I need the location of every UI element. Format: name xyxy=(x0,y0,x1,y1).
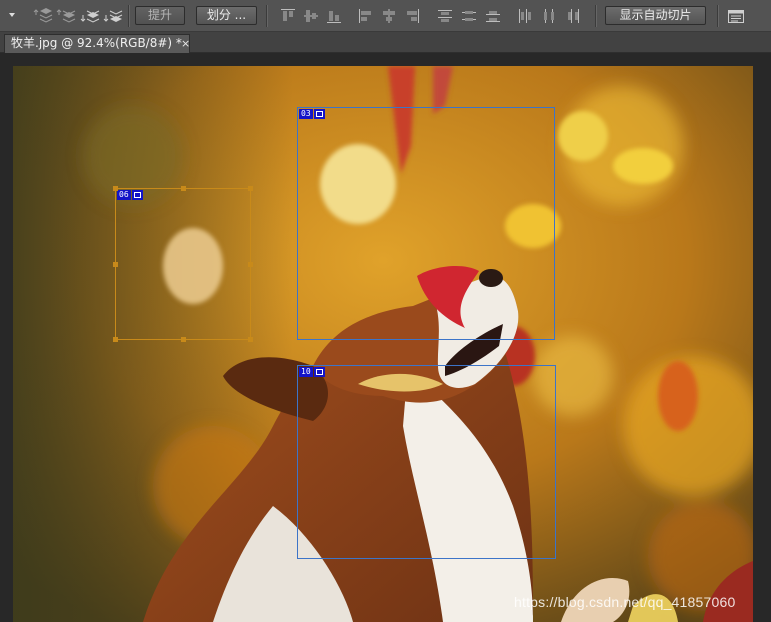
separator xyxy=(595,5,597,27)
document-tab[interactable]: 牧羊.jpg @ 92.4%(RGB/8#) * × xyxy=(4,34,190,53)
options-bar: 提升 划分 ... 显示自动切片 xyxy=(0,0,771,32)
resize-handle[interactable] xyxy=(113,262,118,267)
canvas-area[interactable]: 03 06 10 xyxy=(0,53,771,622)
send-to-back-icon[interactable] xyxy=(103,7,123,25)
slice-06[interactable]: 06 xyxy=(115,188,251,340)
resize-handle[interactable] xyxy=(181,337,186,342)
bring-forward-icon[interactable] xyxy=(56,7,76,25)
slice-number: 06 xyxy=(117,190,131,200)
slice-badge: 06 xyxy=(117,190,143,200)
resize-handle[interactable] xyxy=(113,186,118,191)
resize-handle[interactable] xyxy=(248,186,253,191)
slice-10[interactable]: 10 xyxy=(297,365,556,559)
slice-03[interactable]: 03 xyxy=(297,107,555,340)
image-slice-icon xyxy=(131,190,143,200)
distribute-left-icon[interactable] xyxy=(517,7,533,25)
distribute-top-icon[interactable] xyxy=(437,7,453,25)
slice-badge: 03 xyxy=(299,109,325,119)
image-slice-icon xyxy=(313,367,325,377)
separator xyxy=(717,5,719,27)
show-auto-slices-button[interactable]: 显示自动切片 xyxy=(605,6,706,25)
slice-badge: 10 xyxy=(299,367,325,377)
promote-button[interactable]: 提升 xyxy=(135,6,185,25)
align-vcenter-icon[interactable] xyxy=(303,7,319,25)
align-left-icon[interactable] xyxy=(358,7,374,25)
document-image[interactable]: 03 06 10 xyxy=(13,66,753,622)
document-tab-bar: 牧羊.jpg @ 92.4%(RGB/8#) * × xyxy=(0,32,771,53)
separator xyxy=(128,5,130,27)
distribute-hcenter-icon[interactable] xyxy=(541,7,557,25)
image-slice-icon xyxy=(313,109,325,119)
align-top-icon[interactable] xyxy=(280,7,296,25)
slice-number: 10 xyxy=(299,367,313,377)
divide-button[interactable]: 划分 ... xyxy=(196,6,257,25)
distribute-vcenter-icon[interactable] xyxy=(461,7,477,25)
document-tab-title: 牧羊.jpg @ 92.4%(RGB/8#) * xyxy=(11,36,182,50)
resize-handle[interactable] xyxy=(181,186,186,191)
resize-handle[interactable] xyxy=(248,337,253,342)
watermark-text: https://blog.csdn.net/qq_41857060 xyxy=(514,594,736,610)
separator xyxy=(266,5,268,27)
slice-number: 03 xyxy=(299,109,313,119)
send-backward-icon[interactable] xyxy=(80,7,100,25)
align-right-icon[interactable] xyxy=(404,7,420,25)
resize-handle[interactable] xyxy=(113,337,118,342)
dropdown-arrow-icon[interactable] xyxy=(9,13,15,17)
bring-to-front-icon[interactable] xyxy=(33,7,53,25)
align-bottom-icon[interactable] xyxy=(326,7,342,25)
resize-handle[interactable] xyxy=(248,262,253,267)
distribute-bottom-icon[interactable] xyxy=(485,7,501,25)
distribute-right-icon[interactable] xyxy=(565,7,581,25)
slice-options-icon[interactable] xyxy=(727,7,745,25)
align-hcenter-icon[interactable] xyxy=(381,7,397,25)
close-icon[interactable]: × xyxy=(181,35,190,52)
